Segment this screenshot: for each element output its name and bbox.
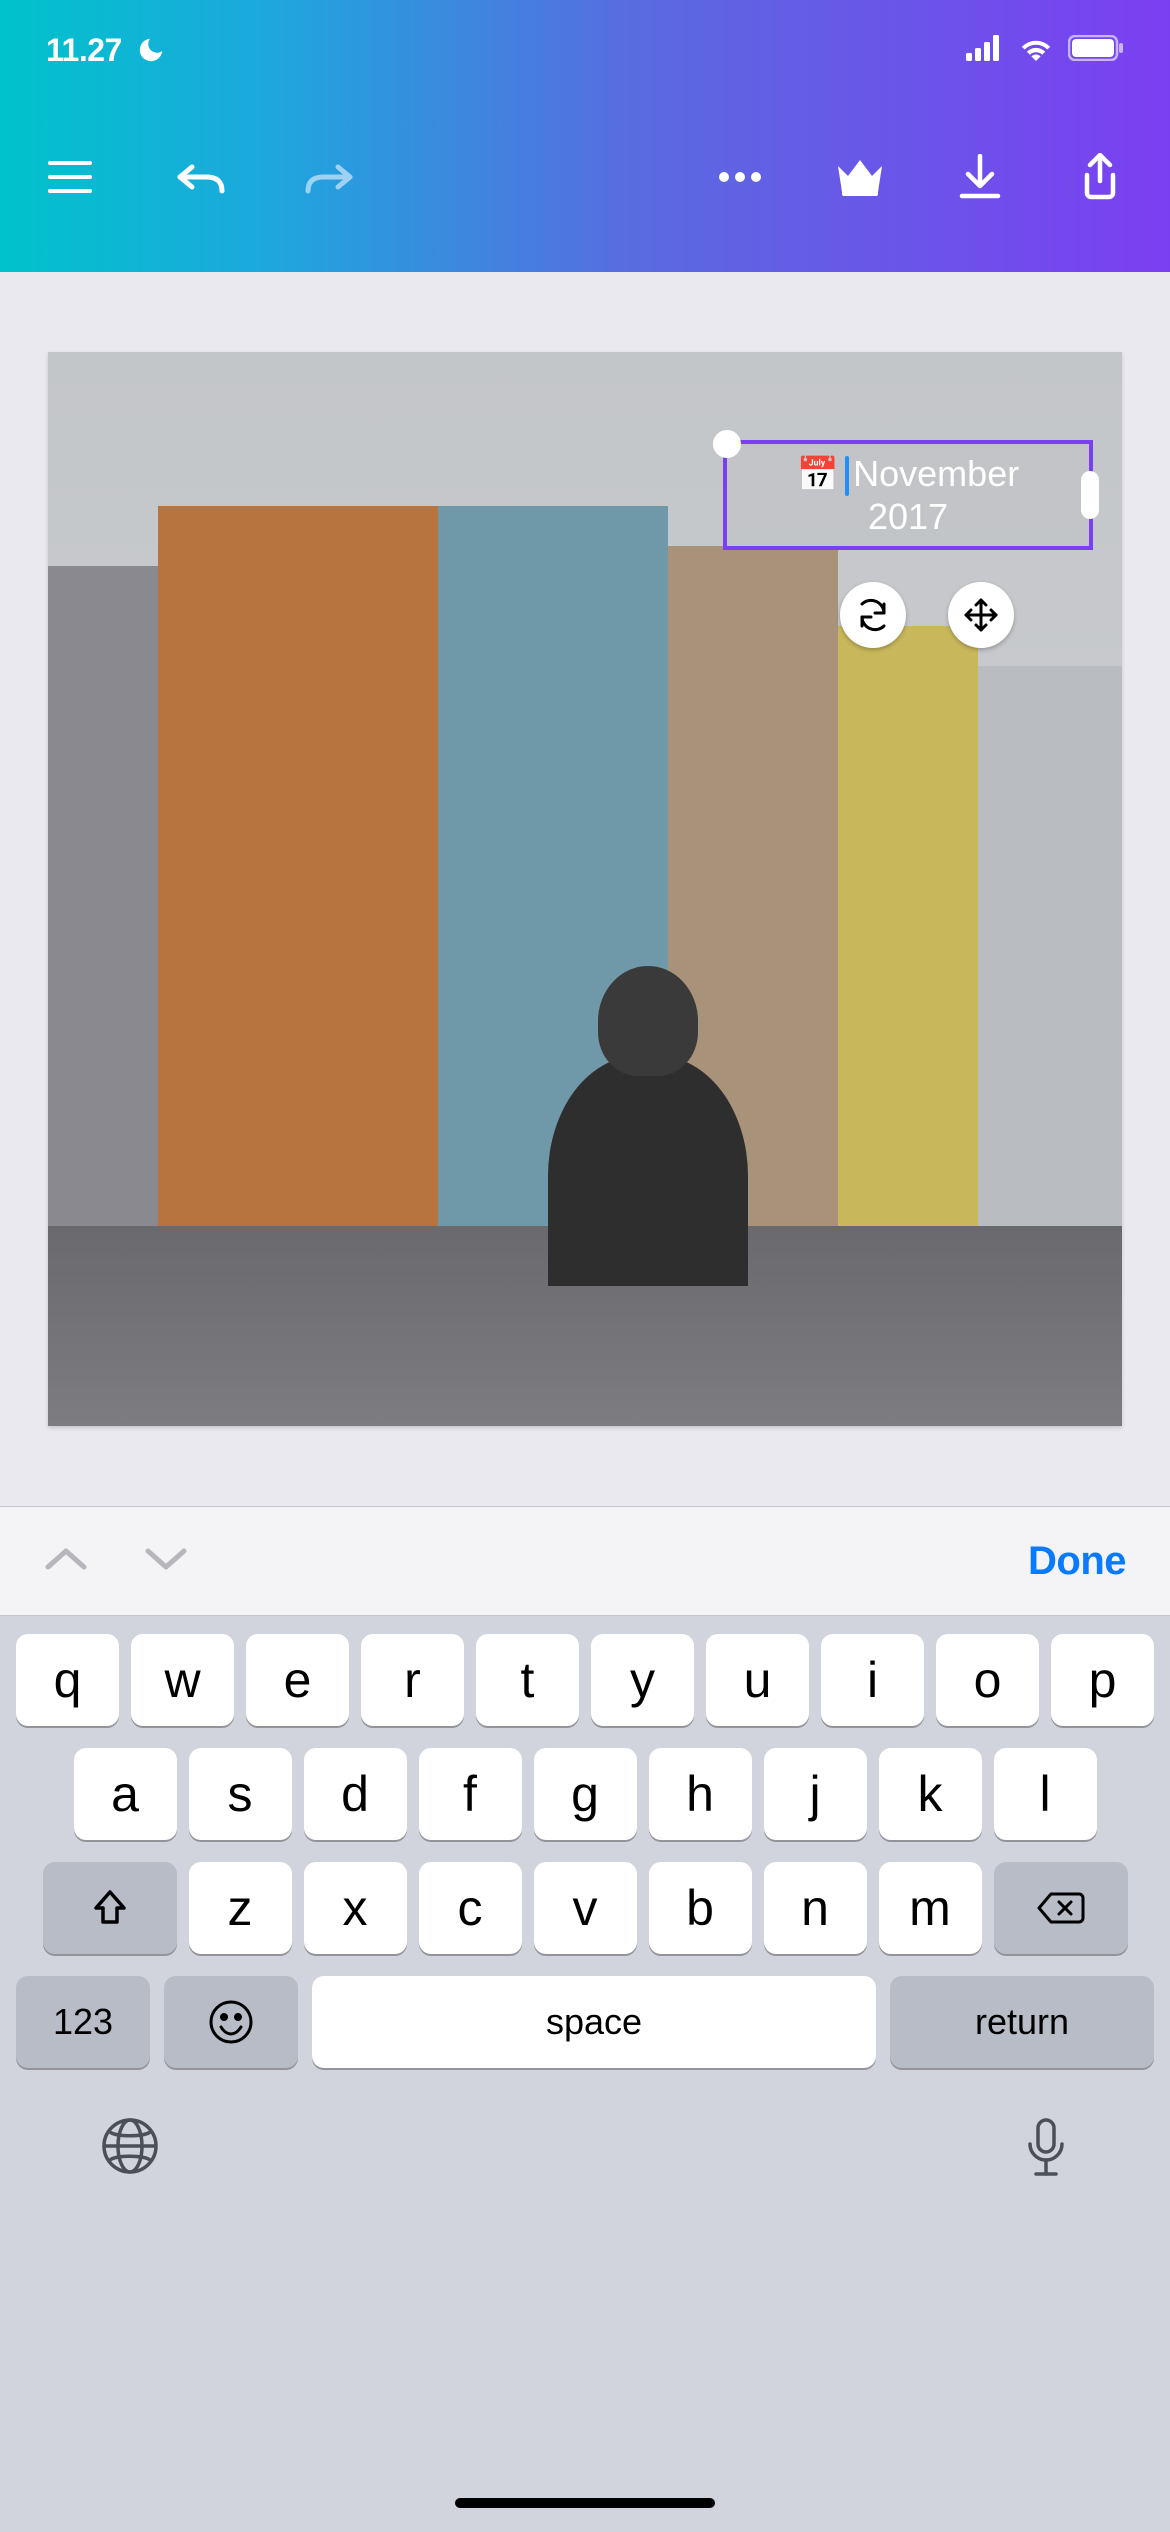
key-b[interactable]: b bbox=[649, 1862, 752, 1954]
key-h[interactable]: h bbox=[649, 1748, 752, 1840]
toolbar bbox=[0, 100, 1170, 272]
key-f[interactable]: f bbox=[419, 1748, 522, 1840]
chevron-down-icon[interactable] bbox=[144, 1545, 188, 1578]
building-illustration bbox=[978, 666, 1122, 1246]
key-m[interactable]: m bbox=[879, 1862, 982, 1954]
status-bar: 11.27 bbox=[0, 0, 1170, 100]
keyboard-row-4: 123 space return bbox=[10, 1976, 1160, 2068]
space-key[interactable]: space bbox=[312, 1976, 876, 2068]
building-illustration bbox=[48, 566, 168, 1246]
person-silhouette bbox=[548, 1056, 748, 1286]
key-i[interactable]: i bbox=[821, 1634, 924, 1726]
wifi-icon bbox=[1018, 35, 1054, 66]
more-options-icon[interactable] bbox=[710, 147, 770, 207]
battery-icon bbox=[1068, 35, 1124, 66]
app-header: 11.27 bbox=[0, 0, 1170, 272]
key-q[interactable]: q bbox=[16, 1634, 119, 1726]
numbers-key[interactable]: 123 bbox=[16, 1976, 150, 2068]
key-k[interactable]: k bbox=[879, 1748, 982, 1840]
resize-handle-right[interactable] bbox=[1081, 471, 1099, 519]
shift-key[interactable] bbox=[43, 1862, 177, 1954]
design-canvas[interactable]: 📅 November 2017 bbox=[48, 352, 1122, 1426]
text-line-2: 2017 bbox=[868, 496, 948, 537]
keyboard-row-3: z x c v b n m bbox=[10, 1862, 1160, 1954]
undo-icon[interactable] bbox=[170, 147, 230, 207]
status-time: 11.27 bbox=[46, 32, 122, 69]
emoji-key[interactable] bbox=[164, 1976, 298, 2068]
key-o[interactable]: o bbox=[936, 1634, 1039, 1726]
key-s[interactable]: s bbox=[189, 1748, 292, 1840]
moon-icon bbox=[136, 20, 166, 80]
canvas-area: 📅 November 2017 bbox=[0, 272, 1170, 1506]
key-l[interactable]: l bbox=[994, 1748, 1097, 1840]
building-illustration bbox=[158, 506, 438, 1246]
keyboard-row-2: a s d f g h j k l bbox=[10, 1748, 1160, 1840]
key-g[interactable]: g bbox=[534, 1748, 637, 1840]
return-key[interactable]: return bbox=[890, 1976, 1154, 2068]
chevron-up-icon[interactable] bbox=[44, 1545, 88, 1578]
key-j[interactable]: j bbox=[764, 1748, 867, 1840]
keyboard-bottom-bar bbox=[10, 2090, 1160, 2532]
globe-icon[interactable] bbox=[100, 2116, 160, 2181]
rotate-button[interactable] bbox=[840, 582, 906, 648]
key-y[interactable]: y bbox=[591, 1634, 694, 1726]
text-line-1: November bbox=[853, 453, 1019, 494]
key-u[interactable]: u bbox=[706, 1634, 809, 1726]
redo-icon[interactable] bbox=[300, 147, 360, 207]
key-c[interactable]: c bbox=[419, 1862, 522, 1954]
key-a[interactable]: a bbox=[74, 1748, 177, 1840]
backspace-key[interactable] bbox=[994, 1862, 1128, 1954]
cellular-signal-icon bbox=[966, 35, 1004, 66]
keyboard-accessory-bar: Done bbox=[0, 1506, 1170, 1616]
key-t[interactable]: t bbox=[476, 1634, 579, 1726]
key-n[interactable]: n bbox=[764, 1862, 867, 1954]
text-cursor bbox=[845, 456, 849, 496]
done-button[interactable]: Done bbox=[1028, 1539, 1126, 1584]
key-w[interactable]: w bbox=[131, 1634, 234, 1726]
key-p[interactable]: p bbox=[1051, 1634, 1154, 1726]
key-v[interactable]: v bbox=[534, 1862, 637, 1954]
premium-crown-icon[interactable] bbox=[830, 147, 890, 207]
home-indicator[interactable] bbox=[455, 2498, 715, 2508]
keyboard-row-1: q w e r t y u i o p bbox=[10, 1634, 1160, 1726]
key-d[interactable]: d bbox=[304, 1748, 407, 1840]
share-icon[interactable] bbox=[1070, 147, 1130, 207]
text-content[interactable]: 📅 November 2017 bbox=[797, 453, 1019, 538]
hamburger-menu-icon[interactable] bbox=[40, 147, 100, 207]
calendar-emoji-icon: 📅 bbox=[797, 456, 839, 494]
microphone-icon[interactable] bbox=[1022, 2116, 1070, 2185]
selected-text-element[interactable]: 📅 November 2017 bbox=[723, 440, 1093, 550]
element-float-controls bbox=[840, 582, 1014, 648]
resize-handle-top-left[interactable] bbox=[713, 430, 741, 458]
download-icon[interactable] bbox=[950, 147, 1010, 207]
key-z[interactable]: z bbox=[189, 1862, 292, 1954]
building-illustration bbox=[838, 626, 978, 1246]
keyboard: q w e r t y u i o p a s d f g h j k l z … bbox=[0, 1616, 1170, 2532]
key-x[interactable]: x bbox=[304, 1862, 407, 1954]
move-button[interactable] bbox=[948, 582, 1014, 648]
key-e[interactable]: e bbox=[246, 1634, 349, 1726]
key-r[interactable]: r bbox=[361, 1634, 464, 1726]
